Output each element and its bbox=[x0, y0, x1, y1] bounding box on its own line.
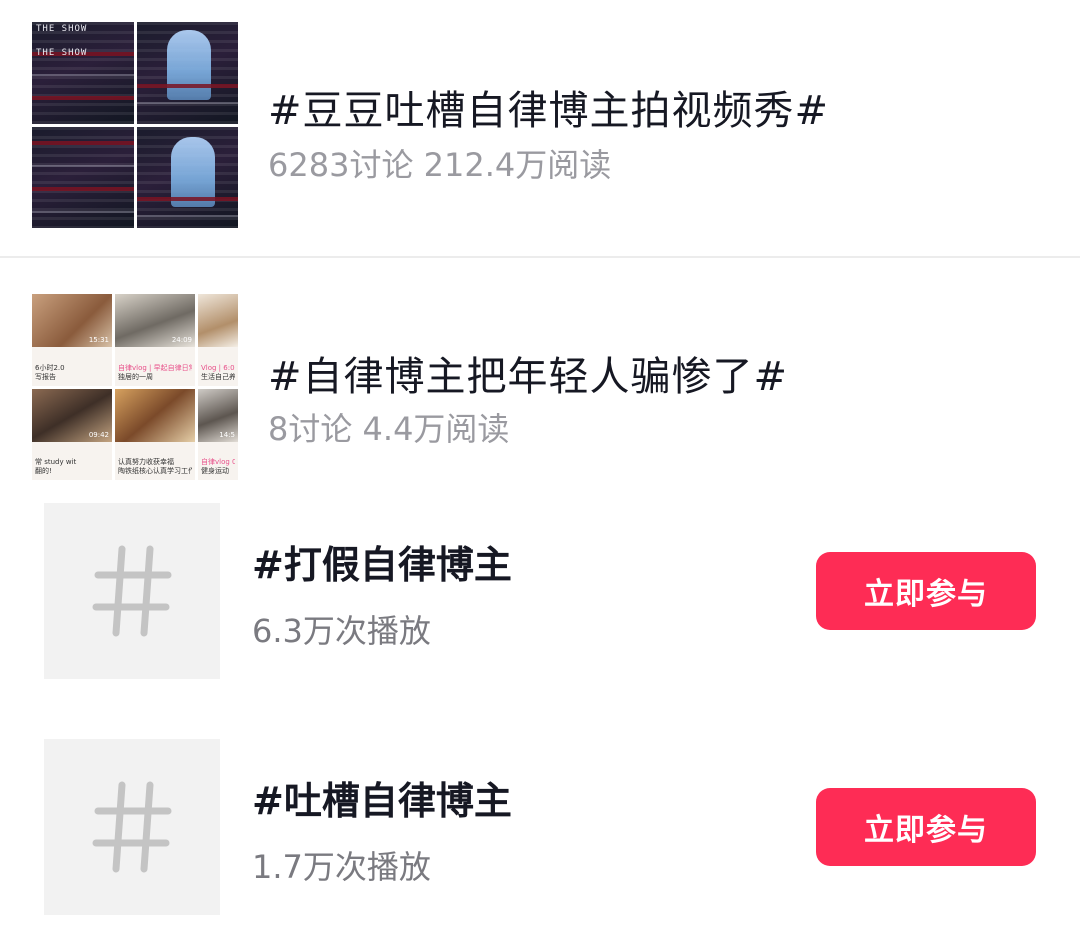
topic-list: THE SHOW THE SHOW #豆豆吐槽自律博主拍视频秀# 6283讨论 bbox=[0, 0, 1080, 944]
topic-stats: 8讨论 4.4万阅读 bbox=[268, 410, 510, 448]
video-duration: 24:09 bbox=[171, 336, 192, 345]
thumbnail-caption: THE SHOW bbox=[36, 48, 88, 58]
topic-title[interactable]: #自律博主把年轻人骗惨了# bbox=[268, 344, 788, 402]
thumbnail-caption: 自律vlog | 早起自律日常 独居的一周 bbox=[118, 363, 192, 381]
hashtag-title[interactable]: #吐槽自律博主 bbox=[252, 770, 512, 825]
thumbnail-tile bbox=[136, 22, 238, 124]
thumbnail-tile: Vlog | 6:00早起生活自己养成 bbox=[198, 294, 238, 386]
topic-item[interactable]: THE SHOW THE SHOW #豆豆吐槽自律博主拍视频秀# 6283讨论 bbox=[0, 0, 1080, 258]
thumbnail-caption: 自律vlog 02健身运动 bbox=[201, 458, 235, 475]
topic-stats: 6283讨论 212.4万阅读 bbox=[268, 146, 612, 184]
join-button[interactable]: 立即参与 bbox=[816, 788, 1036, 866]
topic-title[interactable]: #豆豆吐槽自律博主拍视频秀# bbox=[268, 78, 829, 136]
thumbnail-tile: 14:5 自律vlog 02健身运动 bbox=[198, 388, 238, 480]
thumbnail-caption: 认真努力收获幸福 陶铁纸核心认真学习工作 bbox=[118, 458, 192, 475]
video-duration: 14:5 bbox=[219, 430, 235, 439]
video-duration: 09:42 bbox=[88, 430, 109, 439]
topic-item[interactable]: 15:31 6小时2.0 写报告 24:09 自律vlog | 早起自律日常 独居的… bbox=[0, 258, 1080, 488]
hashtag-item[interactable]: #打假自律博主 6.3万次播放 立即参与 bbox=[0, 500, 1080, 680]
hashtag-placeholder bbox=[44, 503, 220, 679]
join-button[interactable]: 立即参与 bbox=[816, 552, 1036, 630]
thumbnail-tile: 认真努力收获幸福 陶铁纸核心认真学习工作 bbox=[115, 388, 195, 480]
thumbnail-tile bbox=[136, 126, 238, 228]
thumbnail-caption: 6小时2.0 写报告 bbox=[35, 363, 65, 381]
thumbnail-tile: 15:31 6小时2.0 写报告 bbox=[32, 294, 112, 386]
hashtag-placeholder bbox=[44, 739, 220, 915]
thumbnail-caption: THE SHOW bbox=[36, 24, 88, 34]
thumbnail-tile: 24:09 自律vlog | 早起自律日常 独居的一周 bbox=[115, 294, 195, 386]
topic-thumbnail-collage: THE SHOW THE SHOW bbox=[32, 22, 238, 228]
hashtag-play-count: 6.3万次播放 bbox=[252, 612, 431, 650]
hashtag-item[interactable]: #吐槽自律博主 1.7万次播放 立即参与 bbox=[0, 736, 1080, 916]
thumbnail-tile bbox=[32, 126, 134, 228]
hashtag-icon bbox=[92, 545, 172, 637]
hashtag-title[interactable]: #打假自律博主 bbox=[252, 534, 512, 589]
thumbnail-tile: THE SHOW THE SHOW bbox=[32, 22, 134, 124]
thumbnail-caption: 常 study wit 翻的! bbox=[35, 458, 77, 475]
hashtag-play-count: 1.7万次播放 bbox=[252, 848, 431, 886]
hashtag-icon bbox=[92, 781, 172, 873]
thumbnail-tile: 09:42 常 study wit 翻的! bbox=[32, 388, 112, 480]
thumbnail-caption: Vlog | 6:00早起生活自己养成 bbox=[201, 363, 235, 381]
topic-thumbnail-collage: 15:31 6小时2.0 写报告 24:09 自律vlog | 早起自律日常 独居的… bbox=[32, 294, 238, 480]
video-duration: 15:31 bbox=[88, 336, 109, 345]
